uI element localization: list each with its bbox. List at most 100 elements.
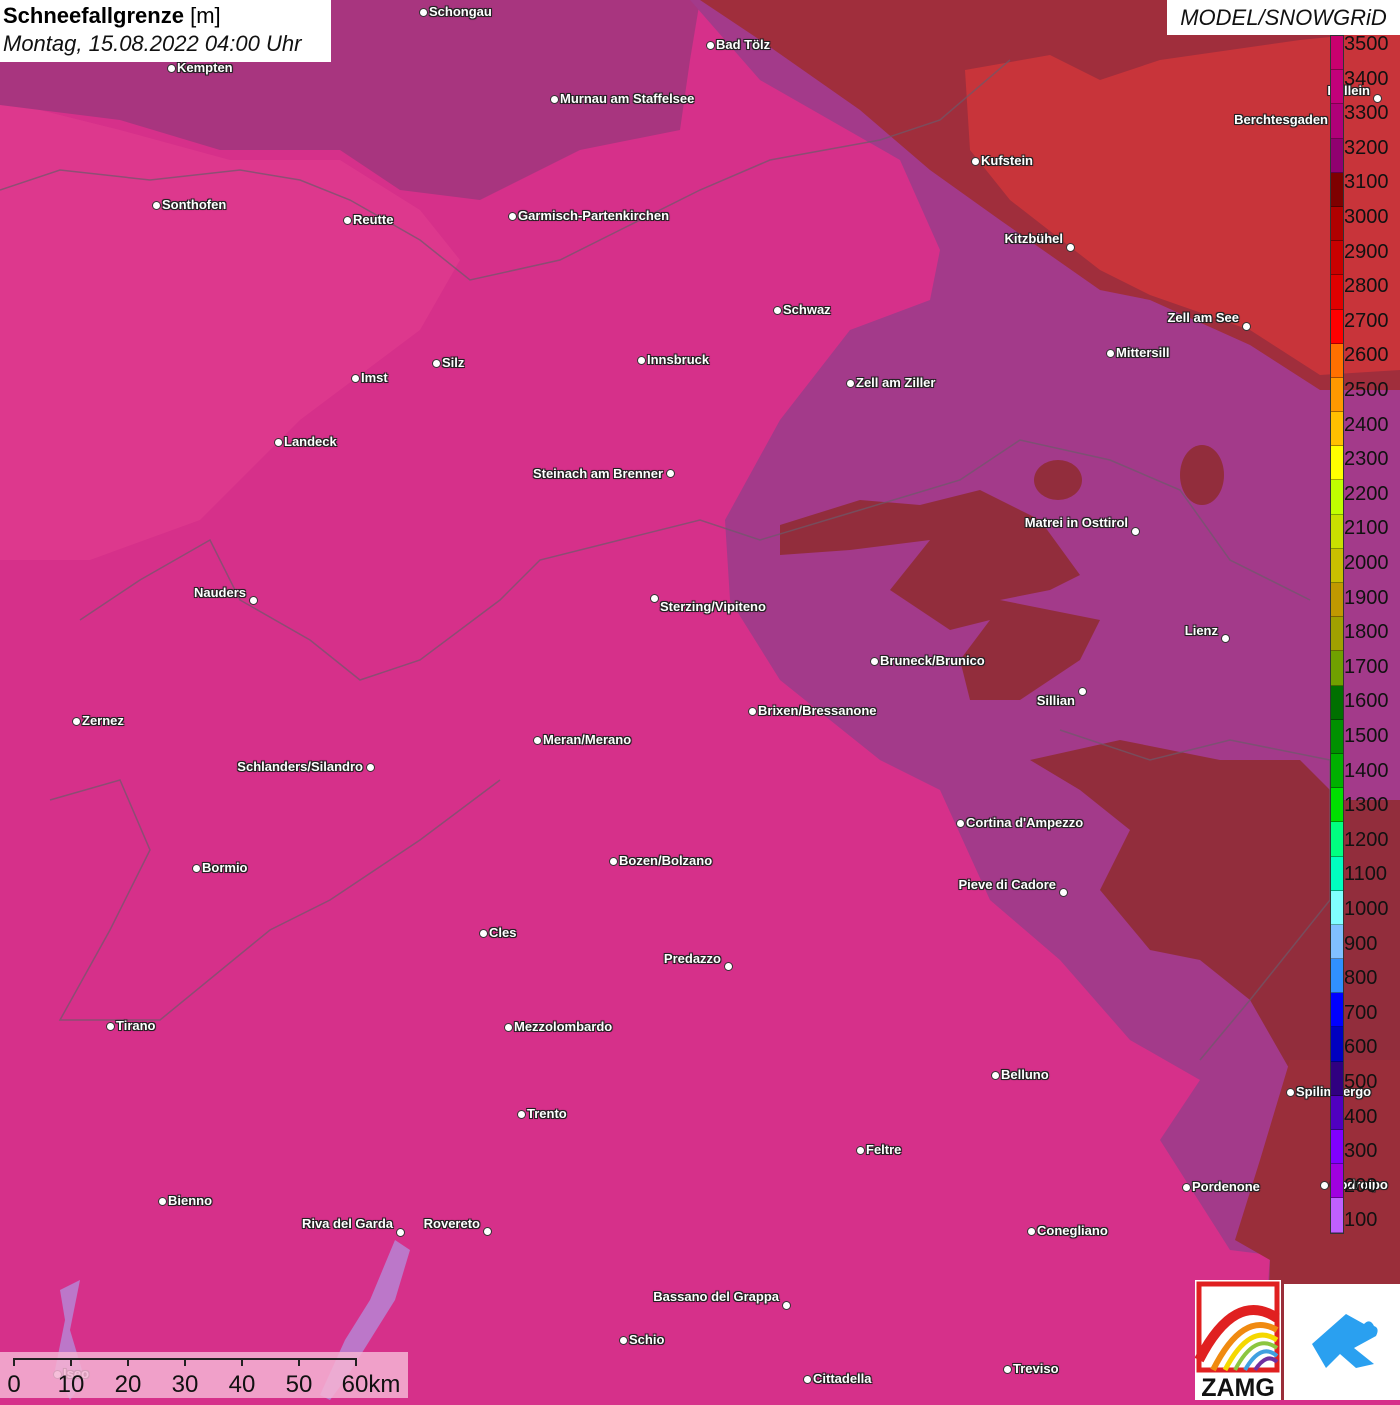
city-label: Conegliano xyxy=(1037,1223,1108,1238)
legend-swatch xyxy=(1331,993,1343,1028)
scale-tick xyxy=(127,1358,129,1366)
city-label: Mittersill xyxy=(1116,345,1170,360)
city-dot-icon xyxy=(483,1227,492,1236)
legend-swatch xyxy=(1331,104,1343,139)
city-label: Brixen/Bressanone xyxy=(758,703,877,718)
city-label: Kufstein xyxy=(981,153,1033,168)
legend-level-label: 100 xyxy=(1344,1209,1378,1232)
legend-swatch xyxy=(1331,1130,1343,1165)
city-label: Bad Tölz xyxy=(716,37,771,52)
city-label: Lienz xyxy=(1184,623,1218,638)
city-label: Feltre xyxy=(866,1142,902,1157)
city-dot-icon xyxy=(432,359,441,368)
legend-level-label: 2100 xyxy=(1344,517,1389,540)
legend-level-label: 2900 xyxy=(1344,240,1389,263)
city-label: Predazzo xyxy=(663,951,721,966)
map-region-brown-patch xyxy=(1180,445,1224,505)
legend-swatch xyxy=(1331,1095,1343,1130)
city-label: Schlanders/Silandro xyxy=(237,759,363,774)
city-dot-icon xyxy=(846,379,855,388)
legend-level-label: 2300 xyxy=(1344,448,1389,471)
scale-tick xyxy=(13,1358,15,1366)
city-dot-icon xyxy=(1059,888,1068,897)
city-dot-icon xyxy=(274,438,283,447)
legend-swatch xyxy=(1331,309,1343,344)
city-dot-icon xyxy=(1286,1088,1295,1097)
city-dot-icon xyxy=(803,1375,812,1384)
city-dot-icon xyxy=(971,157,980,166)
city-label: Matrei in Osttirol xyxy=(1024,515,1128,530)
legend-swatch xyxy=(1331,856,1343,891)
city-dot-icon xyxy=(991,1071,1000,1080)
legend-swatch xyxy=(1331,480,1343,515)
city-label: Schwaz xyxy=(783,302,831,317)
legend-level-label: 2800 xyxy=(1344,275,1389,298)
city-label: Garmisch-Partenkirchen xyxy=(518,208,670,223)
legend-swatch xyxy=(1331,412,1343,447)
title-box: Schneefallgrenze [m] Montag, 15.08.2022 … xyxy=(0,0,331,62)
title-unit: [m] xyxy=(190,3,221,28)
city-label: Imst xyxy=(361,370,388,385)
legend-swatch xyxy=(1331,651,1343,686)
legend-level-label: 1800 xyxy=(1344,621,1389,644)
scale-label: 20 xyxy=(114,1371,142,1398)
model-label: MODEL/SNOWGRiD xyxy=(1167,0,1400,35)
city-label: Nauders xyxy=(193,585,246,600)
city-dot-icon xyxy=(666,469,675,478)
city-label: Sonthofen xyxy=(162,197,227,212)
legend-level-label: 900 xyxy=(1344,932,1378,955)
legend-level-label: 700 xyxy=(1344,1001,1378,1024)
scale-label: 50 xyxy=(285,1371,313,1398)
city-dot-icon xyxy=(609,857,618,866)
scale-label: 0 xyxy=(7,1371,21,1398)
legend-swatch xyxy=(1331,924,1343,960)
legend-swatch xyxy=(1331,70,1343,105)
map-region-brown-patch xyxy=(1034,460,1082,500)
map-datetime: Montag, 15.08.2022 04:00 Uhr xyxy=(3,31,302,56)
city-label: Trento xyxy=(527,1106,567,1121)
partner-logo xyxy=(1284,1284,1400,1400)
legend-level-label: 400 xyxy=(1344,1105,1378,1128)
city-dot-icon xyxy=(782,1301,791,1310)
city-label: Sterzing/Vipiteno xyxy=(660,599,766,614)
city-label: Reutte xyxy=(353,212,394,227)
city-dot-icon xyxy=(1003,1365,1012,1374)
city-dot-icon xyxy=(550,95,559,104)
legend-swatch xyxy=(1331,548,1343,583)
legend-swatch xyxy=(1331,446,1343,481)
city-label: Bruneck/Brunico xyxy=(880,653,985,668)
city-dot-icon xyxy=(870,657,879,666)
city-dot-icon xyxy=(508,212,517,221)
city-dot-icon xyxy=(504,1023,513,1032)
city-label: Cles xyxy=(489,925,517,940)
map-title: Schneefallgrenze [m] xyxy=(3,2,328,30)
legend-swatch xyxy=(1331,514,1343,549)
legend-swatch xyxy=(1331,275,1343,310)
legend-swatch xyxy=(1331,1061,1343,1096)
city-label: Schio xyxy=(629,1332,665,1347)
legend-level-label: 3400 xyxy=(1344,67,1389,90)
legend-swatch xyxy=(1331,1164,1343,1199)
zamg-text: ZAMG xyxy=(1201,1374,1275,1400)
city-label: Rovereto xyxy=(423,1216,480,1231)
legend-level-label: 2200 xyxy=(1344,482,1389,505)
legend-swatch xyxy=(1331,685,1343,720)
city-dot-icon xyxy=(152,201,161,210)
city-dot-icon xyxy=(533,736,542,745)
legend-level-label: 500 xyxy=(1344,1071,1378,1093)
legend-level-label: 3500 xyxy=(1344,33,1389,55)
city-label: Landeck xyxy=(284,434,337,449)
legend-level-label: 1500 xyxy=(1344,725,1389,747)
city-label: Kempten xyxy=(177,60,233,75)
zamg-logo: ZAMG xyxy=(1194,1280,1281,1402)
city-label: Bassano del Grappa xyxy=(653,1289,779,1304)
legend-level-label: 1600 xyxy=(1344,690,1389,713)
city-label: Innsbruck xyxy=(647,352,710,367)
scale-tick xyxy=(355,1358,357,1366)
scale-bar: 0 10 20 30 40 50 60km xyxy=(0,1352,408,1398)
city-label: Zernez xyxy=(82,713,124,728)
city-label: Schongau xyxy=(429,4,492,19)
city-dot-icon xyxy=(167,64,176,73)
scale-tick xyxy=(70,1358,72,1366)
legend-swatch xyxy=(1331,377,1343,413)
